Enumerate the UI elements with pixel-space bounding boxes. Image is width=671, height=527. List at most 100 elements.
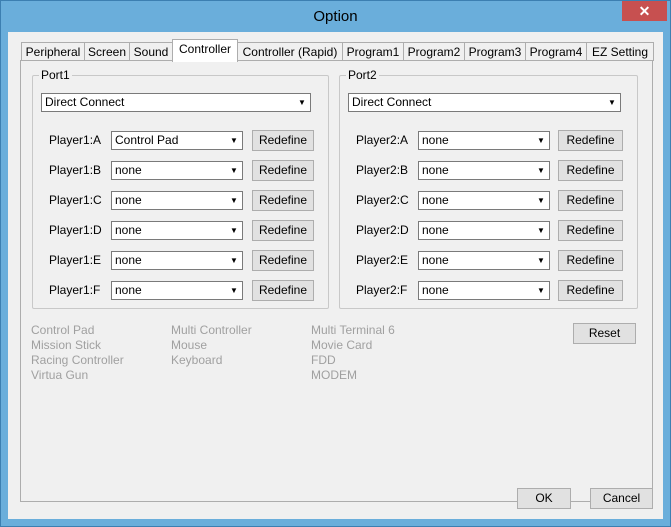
chevron-down-icon[interactable]: ▼ [227, 253, 241, 268]
player2-c-select[interactable]: none ▼ [418, 191, 550, 210]
chevron-down-icon[interactable]: ▼ [227, 193, 241, 208]
port1-connection-value: Direct Connect [45, 95, 125, 109]
player1-c-label: Player1:C [49, 193, 102, 207]
tab-program1[interactable]: Program1 [342, 42, 404, 61]
chevron-down-icon[interactable]: ▼ [227, 163, 241, 178]
option-window: Option ✕ Peripheral Screen Sound Control… [0, 0, 671, 527]
player2-a-select[interactable]: none ▼ [418, 131, 550, 150]
chevron-down-icon[interactable]: ▼ [534, 193, 548, 208]
controller-panel: Port1 Direct Connect ▼ Player1:A Control… [20, 60, 653, 502]
chevron-down-icon[interactable]: ▼ [534, 163, 548, 178]
player1-b-label: Player1:B [49, 163, 102, 177]
device-fdd: FDD [311, 353, 336, 367]
player1-b-select[interactable]: none ▼ [111, 161, 243, 180]
cancel-button[interactable]: Cancel [590, 488, 653, 509]
port2-label: Port2 [346, 68, 379, 82]
player2-f-value: none [422, 283, 449, 297]
player1-d-label: Player1:D [49, 223, 102, 237]
player1-a-select[interactable]: Control Pad ▼ [111, 131, 243, 150]
tab-sound[interactable]: Sound [129, 42, 173, 61]
player1-f-redefine-button[interactable]: Redefine [252, 280, 314, 301]
player2-d-label: Player2:D [356, 223, 409, 237]
chevron-down-icon[interactable]: ▼ [227, 283, 241, 298]
player1-a-redefine-button[interactable]: Redefine [252, 130, 314, 151]
device-keyboard: Keyboard [171, 353, 223, 367]
chevron-down-icon[interactable]: ▼ [534, 283, 548, 298]
tab-program4[interactable]: Program4 [525, 42, 587, 61]
port1-group: Port1 Direct Connect ▼ Player1:A Control… [32, 68, 329, 309]
device-mouse: Mouse [171, 338, 208, 352]
chevron-down-icon[interactable]: ▼ [534, 133, 548, 148]
player1-b-redefine-button[interactable]: Redefine [252, 160, 314, 181]
device-multi-controller: Multi Controller [171, 323, 252, 337]
tab-program3[interactable]: Program3 [464, 42, 526, 61]
player1-b-value: none [115, 163, 142, 177]
player2-f-redefine-button[interactable]: Redefine [558, 280, 623, 301]
player1-f-value: none [115, 283, 142, 297]
player2-a-value: none [422, 133, 449, 147]
port2-connection-select[interactable]: Direct Connect ▼ [348, 93, 621, 112]
player1-f-select[interactable]: none ▼ [111, 281, 243, 300]
player2-f-label: Player2:F [356, 283, 408, 297]
player1-a-value: Control Pad [115, 133, 179, 147]
chevron-down-icon[interactable]: ▼ [227, 223, 241, 238]
player2-e-select[interactable]: none ▼ [418, 251, 550, 270]
device-mission-stick: Mission Stick [31, 338, 102, 352]
port2-connection-value: Direct Connect [352, 95, 432, 109]
player1-d-select[interactable]: none ▼ [111, 221, 243, 240]
device-modem: MODEM [311, 368, 357, 382]
player2-d-redefine-button[interactable]: Redefine [558, 220, 623, 241]
device-racing-controller: Racing Controller [31, 353, 124, 367]
chevron-down-icon[interactable]: ▼ [534, 223, 548, 238]
player2-d-select[interactable]: none ▼ [418, 221, 550, 240]
player1-c-select[interactable]: none ▼ [111, 191, 243, 210]
player1-c-value: none [115, 193, 142, 207]
player2-b-redefine-button[interactable]: Redefine [558, 160, 623, 181]
player2-b-label: Player2:B [356, 163, 409, 177]
player2-a-label: Player2:A [356, 133, 409, 147]
tab-screen[interactable]: Screen [84, 42, 130, 61]
player1-c-redefine-button[interactable]: Redefine [252, 190, 314, 211]
device-control-pad: Control Pad [31, 323, 95, 337]
device-movie-card: Movie Card [311, 338, 373, 352]
device-virtua-gun: Virtua Gun [31, 368, 89, 382]
player1-d-redefine-button[interactable]: Redefine [252, 220, 314, 241]
player2-c-redefine-button[interactable]: Redefine [558, 190, 623, 211]
tab-peripheral[interactable]: Peripheral [21, 42, 85, 61]
player1-d-value: none [115, 223, 142, 237]
window-title: Option [313, 8, 358, 25]
close-icon[interactable]: ✕ [622, 1, 667, 21]
tab-program2[interactable]: Program2 [403, 42, 465, 61]
player1-e-label: Player1:E [49, 253, 102, 267]
device-multi-terminal-6: Multi Terminal 6 [311, 323, 395, 337]
chevron-down-icon[interactable]: ▼ [295, 95, 309, 110]
tab-ez-setting[interactable]: EZ Setting [586, 42, 654, 61]
port2-group: Port2 Direct Connect ▼ Player2:A none ▼ … [339, 68, 638, 309]
player2-a-redefine-button[interactable]: Redefine [558, 130, 623, 151]
dialog-client: Peripheral Screen Sound Controller Contr… [8, 32, 663, 519]
player2-e-label: Player2:E [356, 253, 409, 267]
chevron-down-icon[interactable]: ▼ [534, 253, 548, 268]
title-bar[interactable]: Option ✕ [1, 1, 670, 32]
player1-f-label: Player1:F [49, 283, 101, 297]
player2-d-value: none [422, 223, 449, 237]
port1-label: Port1 [39, 68, 72, 82]
ok-button[interactable]: OK [517, 488, 571, 509]
reset-button[interactable]: Reset [573, 323, 636, 344]
player2-b-select[interactable]: none ▼ [418, 161, 550, 180]
player2-b-value: none [422, 163, 449, 177]
tab-controller[interactable]: Controller [172, 39, 238, 62]
port1-connection-select[interactable]: Direct Connect ▼ [41, 93, 311, 112]
chevron-down-icon[interactable]: ▼ [605, 95, 619, 110]
chevron-down-icon[interactable]: ▼ [227, 133, 241, 148]
player2-f-select[interactable]: none ▼ [418, 281, 550, 300]
player1-a-label: Player1:A [49, 133, 102, 147]
player1-e-redefine-button[interactable]: Redefine [252, 250, 314, 271]
player2-e-value: none [422, 253, 449, 267]
player2-e-redefine-button[interactable]: Redefine [558, 250, 623, 271]
player2-c-label: Player2:C [356, 193, 409, 207]
tab-controller-rapid[interactable]: Controller (Rapid) [237, 42, 343, 61]
player1-e-select[interactable]: none ▼ [111, 251, 243, 270]
player1-e-value: none [115, 253, 142, 267]
player2-c-value: none [422, 193, 449, 207]
